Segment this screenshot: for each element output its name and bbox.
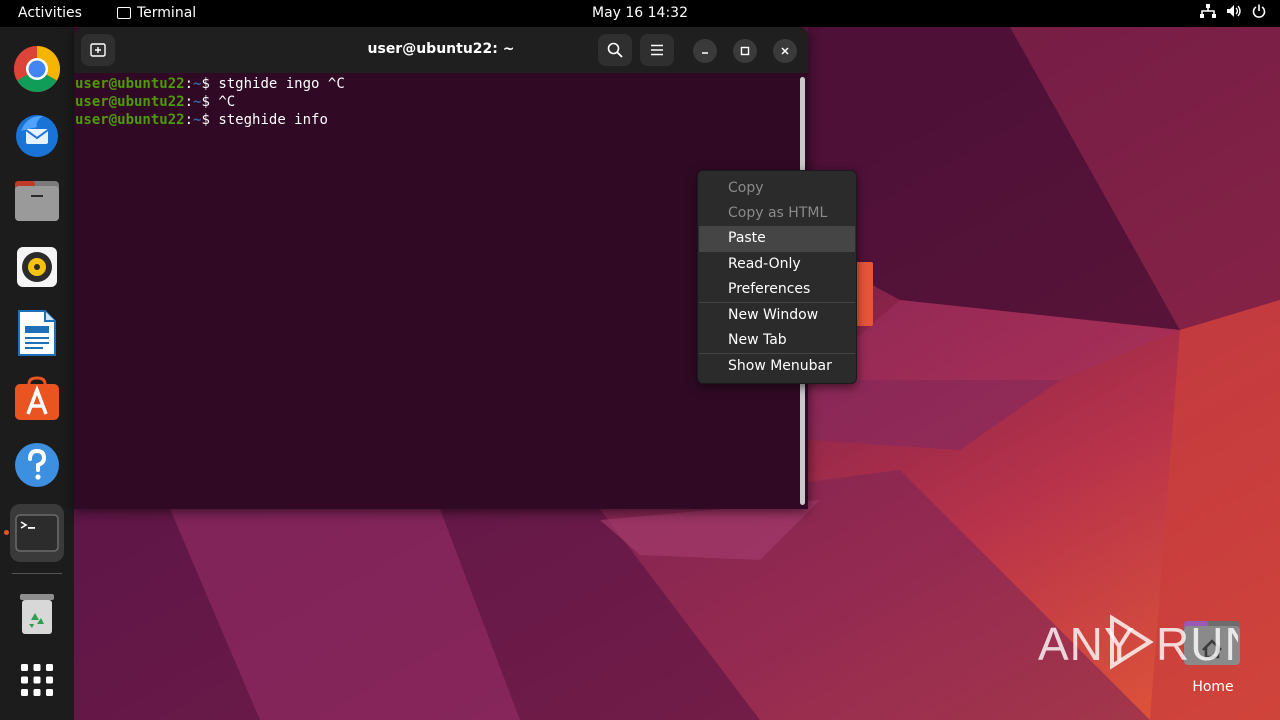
prompt-user: user@ubuntu22 (75, 112, 185, 128)
menu-item-new-tab[interactable]: New Tab (699, 328, 855, 353)
prompt-symbol: $ (201, 112, 219, 128)
dock-item-trash[interactable] (10, 587, 64, 641)
menu-item-paste[interactable]: Paste (699, 226, 855, 251)
chrome-icon (14, 46, 60, 92)
terminal-icon (15, 514, 59, 552)
maximize-icon (740, 46, 750, 56)
prompt-separator: : (184, 76, 194, 92)
show-apps-icon (21, 664, 53, 696)
dock-item-files[interactable] (10, 174, 64, 228)
files-icon (15, 181, 59, 221)
command-text: ^C (218, 94, 236, 110)
prompt-symbol: $ (201, 76, 219, 92)
activities-button[interactable]: Activities (18, 5, 82, 21)
menu-item-copy[interactable]: Copy (699, 176, 855, 201)
dock-item-app-center[interactable] (10, 372, 64, 426)
maximize-button[interactable] (733, 39, 757, 63)
thunderbird-icon (16, 115, 58, 157)
terminal-header-bar[interactable]: user@ubuntu22: ~ (74, 27, 808, 73)
svg-text:RUN: RUN (1156, 618, 1238, 670)
command-text: steghide info (218, 112, 328, 128)
terminal-output[interactable]: user@ubuntu22:~$ stghide ingo ^C user@ubu… (75, 75, 795, 505)
trash-icon (20, 594, 54, 634)
prompt-user: user@ubuntu22 (75, 76, 185, 92)
app-menu[interactable]: Terminal (117, 5, 196, 21)
dock-item-chrome[interactable] (10, 42, 64, 96)
app-center-icon (15, 376, 59, 420)
anyrun-watermark: ANY RUN (1038, 612, 1258, 672)
dock (0, 27, 74, 720)
menu-item-preferences[interactable]: Preferences (699, 277, 855, 302)
menu-item-new-window[interactable]: New Window (699, 303, 855, 328)
prompt-user: user@ubuntu22 (75, 94, 185, 110)
search-icon (607, 42, 623, 58)
prompt-symbol: $ (201, 94, 219, 110)
dock-item-rhythmbox[interactable] (10, 240, 64, 294)
close-button[interactable] (773, 39, 797, 63)
prompt-separator: : (184, 94, 194, 110)
rhythmbox-icon (17, 247, 57, 287)
home-folder-label[interactable]: Home (1180, 679, 1246, 695)
dock-item-writer[interactable] (10, 306, 64, 360)
terminal-line: user@ubuntu22:~$ stghide ingo ^C (75, 75, 795, 93)
terminal-line: user@ubuntu22:~$ ^C (75, 93, 795, 111)
dock-separator (12, 573, 62, 574)
app-menu-label: Terminal (137, 5, 197, 21)
menu-item-show-menubar[interactable]: Show Menubar (699, 354, 855, 379)
menu-button[interactable] (640, 34, 674, 66)
dock-item-thunderbird[interactable] (10, 108, 64, 162)
volume-icon (1227, 5, 1241, 17)
terminal-line: user@ubuntu22:~$ steghide info (75, 111, 795, 129)
help-icon (15, 443, 59, 487)
power-icon (1252, 4, 1266, 18)
system-tray[interactable] (1200, 4, 1266, 18)
terminal-small-icon (117, 7, 131, 19)
running-indicator (4, 530, 9, 535)
dock-item-terminal[interactable] (10, 504, 64, 562)
close-icon (781, 47, 789, 55)
context-menu: Copy Copy as HTML Paste Read-Only Prefer… (697, 170, 857, 384)
minimize-button[interactable] (693, 39, 717, 63)
menu-item-read-only[interactable]: Read-Only (699, 252, 855, 277)
anyrun-logo: ANY RUN (1038, 614, 1258, 670)
command-text: stghide ingo ^C (218, 76, 345, 92)
clock[interactable]: May 16 14:32 (592, 5, 688, 21)
libreoffice-writer-icon (18, 310, 56, 356)
minimize-icon (702, 52, 708, 54)
prompt-separator: : (184, 112, 194, 128)
hamburger-icon (651, 44, 663, 56)
dock-item-show-apps[interactable] (10, 653, 64, 707)
top-bar: Activities Terminal May 16 14:32 (0, 0, 1280, 27)
network-icon (1200, 4, 1216, 18)
search-button[interactable] (598, 34, 632, 66)
menu-item-copy-as-html[interactable]: Copy as HTML (699, 201, 855, 226)
dock-item-help[interactable] (10, 438, 64, 492)
